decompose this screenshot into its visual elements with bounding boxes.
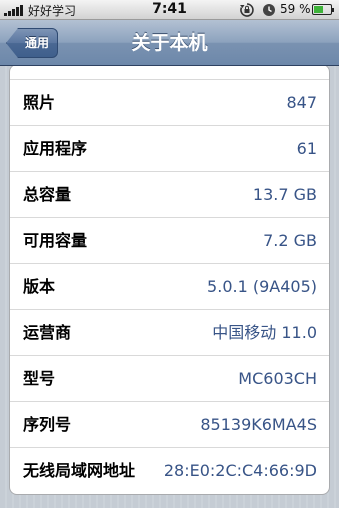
alarm-clock-icon: [263, 4, 275, 16]
row-value: 5.0.1 (9A405): [207, 277, 317, 296]
row-label: 序列号: [23, 415, 72, 434]
row-label: 总容量: [23, 185, 72, 204]
table-row-partial: [10, 66, 329, 80]
row-serial-number: 序列号 85139K6MA4S: [10, 402, 329, 448]
row-wifi-address: 无线局域网地址 28:E0:2C:C4:66:9D: [10, 448, 329, 494]
row-value: 61: [296, 139, 317, 158]
row-label: 照片: [23, 93, 56, 112]
row-value: 13.7 GB: [252, 185, 317, 204]
row-value: 7.2 GB: [263, 231, 317, 250]
row-value: 85139K6MA4S: [200, 415, 317, 434]
battery-fill: [314, 6, 324, 13]
status-bar: 好好学习 7:41 59 %: [0, 0, 339, 20]
row-label: 运营商: [23, 323, 72, 342]
row-value: MC603CH: [238, 369, 317, 388]
row-label: 版本: [23, 277, 56, 296]
back-button[interactable]: 通用: [6, 28, 58, 58]
page-title: 关于本机: [131, 32, 208, 54]
row-label: 型号: [23, 369, 56, 388]
battery-percent: 59 %: [280, 2, 311, 16]
battery-icon: [312, 4, 334, 15]
row-label: 应用程序: [23, 139, 88, 158]
row-applications: 应用程序 61: [10, 126, 329, 172]
row-label: 无线局域网地址: [23, 461, 136, 480]
row-model: 型号 MC603CH: [10, 356, 329, 402]
row-available: 可用容量 7.2 GB: [10, 218, 329, 264]
navigation-bar: 通用 关于本机: [0, 20, 339, 66]
row-label: 可用容量: [23, 231, 88, 250]
row-version: 版本 5.0.1 (9A405): [10, 264, 329, 310]
info-table: 照片 847 应用程序 61 总容量 13.7 GB 可用容量 7.2 GB 版…: [9, 66, 330, 495]
row-photos: 照片 847: [10, 80, 329, 126]
row-value: 28:E0:2C:C4:66:9D: [163, 461, 317, 480]
row-carrier[interactable]: 运营商 中国移动 11.0: [10, 310, 329, 356]
rotation-lock-icon: [240, 3, 254, 17]
about-content[interactable]: 照片 847 应用程序 61 总容量 13.7 GB 可用容量 7.2 GB 版…: [0, 66, 339, 508]
row-value: 847: [286, 93, 317, 112]
row-value: 中国移动 11.0: [212, 323, 317, 342]
row-capacity: 总容量 13.7 GB: [10, 172, 329, 218]
